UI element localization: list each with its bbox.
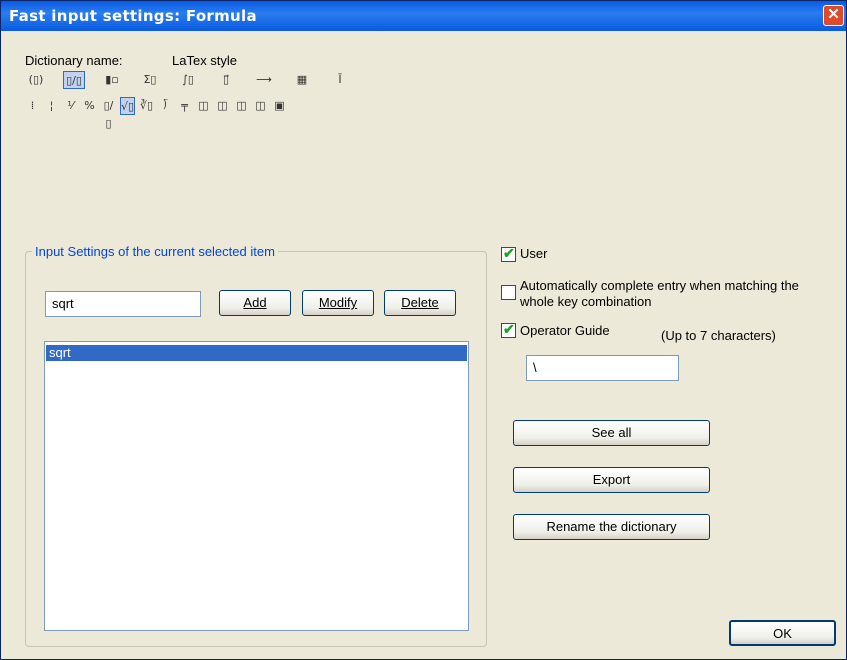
template-toolbar-row-1: (▯) ▯/▯ ▮▫ Σ▯ ∫▯ ▯⃗ ⟶ ▦ Ī xyxy=(25,71,367,89)
dictionary-name-value: LaTex style xyxy=(172,53,238,68)
operator-guide-hint: (Up to 7 characters) xyxy=(661,328,776,343)
modify-button-label: Modify xyxy=(318,295,358,310)
box-bottom-left-icon[interactable]: ◫ xyxy=(234,97,249,115)
slash-fraction-icon[interactable]: ⅟ xyxy=(63,97,78,115)
ok-label: OK xyxy=(773,626,792,641)
arrow-over-template-icon[interactable]: ▯⃗ xyxy=(215,71,237,89)
key-combination-input[interactable]: sqrt xyxy=(45,291,201,317)
integral-template-icon[interactable]: ∫▯ xyxy=(177,71,199,89)
rename-dictionary-button[interactable]: Rename the dictionary xyxy=(513,514,710,540)
close-icon: ✕ xyxy=(827,6,840,23)
stacked-root-icon[interactable]: ╤ xyxy=(177,97,192,115)
user-label: User xyxy=(520,246,548,261)
see-all-label: See all xyxy=(591,425,632,440)
add-button[interactable]: Add xyxy=(219,290,291,316)
small-fraction-icon[interactable]: ¦ xyxy=(44,97,59,115)
title-bar[interactable]: Fast input settings: Formula ✕ xyxy=(1,1,846,31)
input-settings-legend: Input Settings of the current selected i… xyxy=(32,244,278,259)
box-left-icon[interactable]: ◫ xyxy=(196,97,211,115)
window-title: Fast input settings: Formula xyxy=(9,7,257,25)
square-root-icon[interactable]: √▯ xyxy=(120,97,135,115)
accent-template-icon[interactable]: Ī xyxy=(329,71,351,89)
box-right-icon[interactable]: ◫ xyxy=(215,97,230,115)
template-toolbar-row-2: ⁞ ¦ ⅟% ▯/▯ √▯ ∛▯ ⟌ ╤ ◫ ◫ ◫ ◫ ▣ xyxy=(25,97,291,130)
diagonal-fraction-icon[interactable]: % xyxy=(82,97,97,115)
check-icon: ✔ xyxy=(503,321,515,337)
nth-root-icon[interactable]: ∛▯ xyxy=(139,97,154,115)
shortcut-list[interactable]: sqrt xyxy=(44,341,469,631)
ok-button[interactable]: OK xyxy=(729,620,836,646)
see-all-button[interactable]: See all xyxy=(513,420,710,446)
box-bottom-right-icon[interactable]: ◫ xyxy=(253,97,268,115)
autocomplete-checkbox[interactable] xyxy=(501,285,516,300)
operator-guide-input[interactable]: \ xyxy=(526,355,679,381)
rename-dictionary-label: Rename the dictionary xyxy=(546,519,677,534)
stacked-fraction-icon[interactable]: ⁞ xyxy=(25,97,40,115)
add-button-label: Add xyxy=(243,295,267,310)
labeled-arrow-template-icon[interactable]: ⟶ xyxy=(253,71,275,89)
export-label: Export xyxy=(592,472,631,487)
operator-guide-checkbox[interactable]: ✔ xyxy=(501,321,516,338)
list-item[interactable]: sqrt xyxy=(46,345,467,361)
autocomplete-label-line1: Automatically complete entry when matchi… xyxy=(520,278,799,293)
matrix-template-icon[interactable]: ▦ xyxy=(291,71,313,89)
operator-guide-label: Operator Guide xyxy=(520,323,610,338)
close-button[interactable]: ✕ xyxy=(823,5,844,26)
modify-button[interactable]: Modify xyxy=(302,290,374,316)
export-button[interactable]: Export xyxy=(513,467,710,493)
autocomplete-label-line2: whole key combination xyxy=(520,294,652,309)
parentheses-template-icon[interactable]: (▯) xyxy=(25,71,47,89)
linear-fraction-icon[interactable]: ▯/▯ xyxy=(101,97,116,130)
delete-button-label: Delete xyxy=(401,295,439,310)
summation-template-icon[interactable]: Σ▯ xyxy=(139,71,161,89)
check-icon: ✔ xyxy=(503,245,515,261)
subscript-template-icon[interactable]: ▮▫ xyxy=(101,71,123,89)
user-checkbox[interactable]: ✔ xyxy=(501,245,516,262)
delete-button[interactable]: Delete xyxy=(384,290,456,316)
dictionary-name-label: Dictionary name: xyxy=(25,53,123,68)
long-division-icon[interactable]: ⟌ xyxy=(158,97,173,115)
box-full-icon[interactable]: ▣ xyxy=(272,97,287,115)
fraction-template-icon[interactable]: ▯/▯ xyxy=(63,71,85,89)
dialog-window: Fast input settings: Formula ✕ Dictionar… xyxy=(0,0,847,660)
